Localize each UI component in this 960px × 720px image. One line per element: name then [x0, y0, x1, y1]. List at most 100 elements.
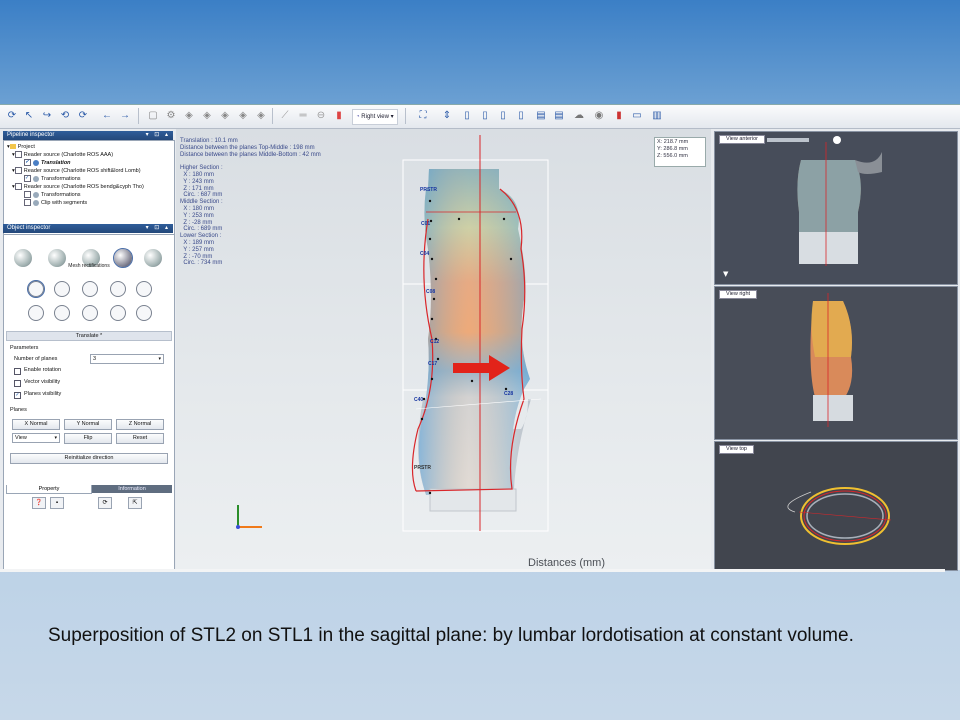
- num-planes-label: Number of planes: [14, 356, 58, 362]
- tab-property[interactable]: Property: [6, 485, 92, 494]
- vector-visibility-checkbox[interactable]: [14, 380, 21, 387]
- tree-item-translation[interactable]: Translation: [24, 159, 71, 167]
- tree-item-reader-2[interactable]: ▾ Reader source (Charlotte ROS shift&lord…: [12, 167, 141, 175]
- slide-separator: [0, 569, 945, 572]
- spine-4-icon[interactable]: ▯: [514, 109, 528, 123]
- spine-3-icon[interactable]: ▯: [496, 109, 510, 123]
- refresh-icon[interactable]: ⟳: [98, 497, 112, 509]
- tree-item-reader-1[interactable]: ▾ Reader source (Charlotte ROS AAA): [12, 151, 113, 159]
- z-normal-button[interactable]: Z Normal: [116, 419, 164, 430]
- tab-information[interactable]: Information: [92, 485, 172, 493]
- marker-label: C28: [504, 391, 514, 397]
- top-view[interactable]: View top: [714, 441, 958, 571]
- box-top-icon[interactable]: ◈: [218, 109, 232, 123]
- marker-label: C17: [428, 361, 438, 367]
- reset-view-icon[interactable]: ⟳: [5, 109, 19, 123]
- reinitialize-direction-button[interactable]: Reinitialize direction: [10, 453, 168, 464]
- rotate-y-icon[interactable]: [110, 281, 126, 297]
- gear-mesh-icon[interactable]: ⚙: [164, 109, 178, 123]
- ring-1-icon[interactable]: [28, 305, 44, 321]
- ring-5-icon[interactable]: [136, 305, 152, 321]
- box-iso-icon[interactable]: ◈: [254, 109, 268, 123]
- num-planes-select[interactable]: 3 ▾: [90, 354, 164, 364]
- tree-item-transformations-2[interactable]: Transformations: [24, 191, 81, 199]
- rotate-x-icon[interactable]: [82, 281, 98, 297]
- marker-label: C08: [426, 289, 436, 295]
- chart-1-icon[interactable]: ▤: [534, 109, 548, 123]
- x-normal-button[interactable]: X Normal: [12, 419, 60, 430]
- view-select[interactable]: View ▾: [12, 433, 60, 443]
- marker-label: PRSTR: [414, 465, 431, 471]
- y-normal-button[interactable]: Y Normal: [64, 419, 112, 430]
- inspector-tabs: Property Information: [6, 485, 172, 494]
- tree-item-reader-3[interactable]: ▾ Reader source (Charlotte ROS bendg&cyph…: [12, 183, 144, 191]
- anterior-scene: ▼: [723, 136, 882, 278]
- view-select[interactable]: ◔ Right view ▾: [352, 109, 398, 125]
- measure-icon[interactable]: ⟋: [278, 109, 292, 123]
- tree-item-clip[interactable]: Clip with segments: [24, 199, 87, 207]
- rotate-z-icon[interactable]: [54, 281, 70, 297]
- undo-icon[interactable]: ←: [100, 109, 114, 123]
- vector-visibility-label: Vector visibility: [24, 379, 61, 385]
- paint-icon[interactable]: ◉: [592, 109, 606, 123]
- slide-caption: Superposition of STL2 on STL1 in the sag…: [48, 625, 854, 646]
- reset-button[interactable]: Reset: [116, 433, 164, 444]
- object-inspector: Mesh rectifications Translate * Paramete…: [3, 234, 175, 572]
- marker-label: PRSTR: [420, 187, 437, 193]
- planes-visibility-checkbox[interactable]: ✓: [14, 392, 21, 399]
- panel-controls-icon[interactable]: ▾ ⊡ ▴: [146, 224, 170, 233]
- window-icon[interactable]: ▭: [630, 109, 644, 123]
- panel-icon[interactable]: ▥: [650, 109, 664, 123]
- tree-item-project[interactable]: ▾ Project: [7, 143, 35, 151]
- ring-4-icon[interactable]: [110, 305, 126, 321]
- ring-3-icon[interactable]: [82, 305, 98, 321]
- mesh-rectifications-label: Mesh rectifications: [68, 263, 110, 269]
- cloud-icon[interactable]: ☁: [572, 109, 586, 123]
- enable-rotation-label: Enable rotation: [24, 367, 61, 373]
- pointer-icon[interactable]: ↖: [22, 109, 36, 123]
- box-back-icon[interactable]: ◈: [236, 109, 250, 123]
- clip-icon[interactable]: ▮: [332, 109, 346, 123]
- marker-label: C01: [421, 221, 431, 227]
- vertical-icon[interactable]: ⇕: [440, 109, 454, 123]
- ring-2-icon[interactable]: [54, 305, 70, 321]
- spine-2-icon[interactable]: ▯: [478, 109, 492, 123]
- marker-label: C12: [430, 339, 440, 345]
- anterior-view[interactable]: View anterior ▼: [714, 131, 958, 285]
- cube-icon[interactable]: ▢: [146, 109, 160, 123]
- rotate-right-icon[interactable]: ⟳: [76, 109, 90, 123]
- fit-icon[interactable]: ⛶: [416, 109, 430, 123]
- distances-axis-label: Distances (mm): [528, 557, 606, 569]
- box-side-icon[interactable]: ◈: [200, 109, 214, 123]
- trunk-scene: [236, 135, 549, 532]
- flip-button[interactable]: Flip: [64, 433, 112, 444]
- trash-icon[interactable]: ▪: [50, 497, 64, 509]
- translate-section[interactable]: Translate *: [6, 331, 172, 341]
- object-inspector-header: Object inspector ▾ ⊡ ▴: [3, 224, 173, 233]
- panel-controls-icon[interactable]: ▾ ⊡ ▴: [146, 131, 170, 140]
- colormap-icon[interactable]: ▮: [612, 109, 626, 123]
- box-front-icon[interactable]: ◈: [182, 109, 196, 123]
- redo-icon[interactable]: →: [118, 109, 132, 123]
- help-icon[interactable]: ❓: [32, 497, 46, 509]
- marker-label: C40: [414, 397, 424, 403]
- top-scene: [787, 487, 892, 545]
- svg-text:▼: ▼: [723, 270, 729, 278]
- rotate-left-icon[interactable]: ⟲: [58, 109, 72, 123]
- tree-item-transformations-1[interactable]: Transformations: [24, 175, 81, 183]
- right-view[interactable]: View right: [714, 286, 958, 440]
- planes-visibility-label: Planes visibility: [24, 391, 62, 397]
- enable-rotation-checkbox[interactable]: [14, 368, 21, 375]
- application-window: ⟳ ↖ ↪ ⟲ ⟳ ← → ▢ ⚙ ◈ ◈ ◈ ◈ ◈ ⟋ ═ ⊖ ▮ ◔ Ri…: [0, 104, 960, 572]
- main-toolbar: ⟳ ↖ ↪ ⟲ ⟳ ← → ▢ ⚙ ◈ ◈ ◈ ◈ ◈ ⟋ ═ ⊖ ▮ ◔ Ri…: [0, 105, 960, 129]
- curve-icon[interactable]: ↪: [40, 109, 54, 123]
- plane-icon[interactable]: ═: [296, 109, 310, 123]
- planes-label: Planes: [10, 407, 27, 413]
- timer-icon[interactable]: [27, 280, 45, 298]
- sphere-axis-icon[interactable]: [136, 281, 152, 297]
- cursor-icon[interactable]: ⇱: [128, 497, 142, 509]
- main-3d-viewport[interactable]: Translation : 10.1 mm Distance between t…: [176, 129, 711, 569]
- section-icon[interactable]: ⊖: [314, 109, 328, 123]
- spine-1-icon[interactable]: ▯: [460, 109, 474, 123]
- chart-2-icon[interactable]: ▤: [552, 109, 566, 123]
